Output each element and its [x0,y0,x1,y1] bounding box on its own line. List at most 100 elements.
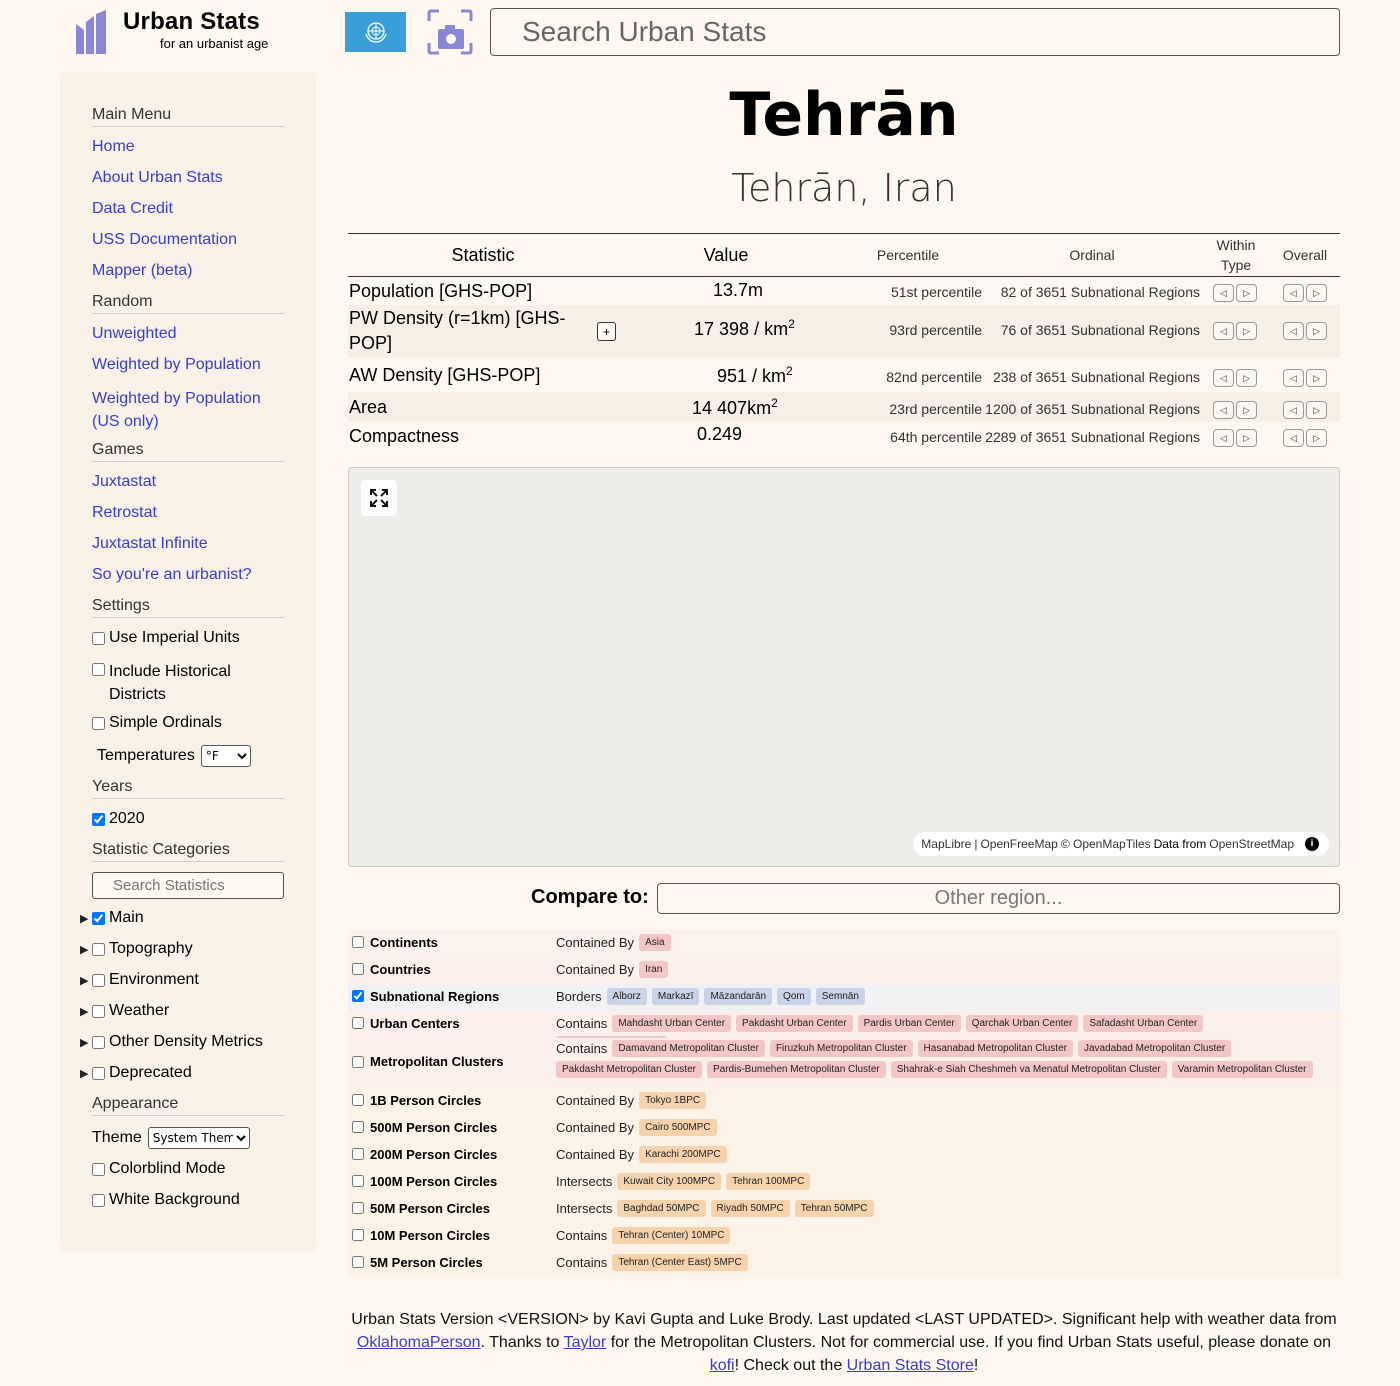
related-region-chip[interactable]: Damavand Metropolitan Cluster [612,1040,765,1057]
within-type-arrows[interactable]: ◁ ▷ [1213,369,1257,387]
category-environment-checkbox[interactable] [92,974,105,987]
related-region-chip[interactable]: Karachi 200MPC [639,1146,727,1163]
expand-deprecated-icon[interactable]: ▶ [80,1067,88,1080]
expand-topography-icon[interactable]: ▶ [80,943,88,956]
prev-arrow-icon[interactable]: ◁ [1283,284,1304,302]
next-arrow-icon[interactable]: ▷ [1236,284,1257,302]
related-region-chip[interactable]: Pakdasht Urban Center [736,1015,853,1032]
stat-row-area[interactable]: Area 14 407km2 23rd percentile 1200 of 3… [348,392,1340,422]
next-arrow-icon[interactable]: ▷ [1306,284,1327,302]
related-region-chip[interactable]: Pakdasht Metropolitan Cluster [556,1061,702,1078]
colorblind-mode-setting[interactable]: Colorblind Mode [92,1160,226,1178]
sidebar-link-uss-documentation[interactable]: USS Documentation [92,231,237,249]
sidebar-link-home[interactable]: Home [92,138,135,156]
overall-arrows[interactable]: ◁ ▷ [1283,284,1327,302]
stat-name[interactable]: Population [GHS-POP] [349,279,532,304]
related-region-chip[interactable]: Riyadh 50MPC [710,1200,790,1217]
related-type[interactable]: Metropolitan Clusters [352,1054,504,1069]
header-value[interactable]: Value [666,234,786,276]
un-flag-icon[interactable] [345,12,406,52]
overall-arrows[interactable]: ◁ ▷ [1283,322,1327,340]
related-type-checkbox[interactable] [352,936,364,948]
imperial-units-setting[interactable]: Use Imperial Units [92,629,240,647]
related-type-checkbox[interactable] [352,1256,364,1268]
related-region-chip[interactable]: Māzandarān [704,988,773,1005]
prev-arrow-icon[interactable]: ◁ [1283,369,1304,387]
year-2020-setting[interactable]: 2020 [92,810,145,828]
related-region-chip[interactable]: Asia [639,934,671,951]
related-region-chip[interactable]: Firuzkuh Metropolitan Cluster [769,1040,913,1057]
sidebar-link-juxtastat[interactable]: Juxtastat [92,473,156,491]
logo[interactable]: Urban Stats for an urbanist age [76,8,296,58]
category-other-density[interactable]: Other Density Metrics [92,1033,263,1051]
within-type-arrows[interactable]: ◁ ▷ [1213,401,1257,419]
related-region-chip[interactable]: Safadasht Urban Center [1083,1015,1204,1032]
category-main-checkbox[interactable] [92,912,105,925]
expand-other-density-icon[interactable]: ▶ [80,1036,88,1049]
imperial-units-checkbox[interactable] [92,632,105,645]
next-arrow-icon[interactable]: ▷ [1236,322,1257,340]
related-type-checkbox[interactable] [352,1175,364,1187]
related-type[interactable]: 200M Person Circles [352,1147,497,1162]
white-background-setting[interactable]: White Background [92,1191,240,1209]
white-background-checkbox[interactable] [92,1194,105,1207]
related-type-checkbox[interactable] [352,1229,364,1241]
related-region-chip[interactable]: Hasanabad Metropolitan Cluster [917,1040,1073,1057]
related-type-checkbox[interactable] [352,963,364,975]
related-type-checkbox[interactable] [352,1055,364,1068]
search-input[interactable] [490,8,1340,56]
next-arrow-icon[interactable]: ▷ [1306,401,1327,419]
expand-environment-icon[interactable]: ▶ [80,974,88,987]
related-type-checkbox[interactable] [352,990,364,1002]
stat-row-pw-density[interactable]: PW Density (r=1km) [GHS-POP] + 17 398 / … [348,305,1340,358]
category-other-density-checkbox[interactable] [92,1036,105,1049]
year-2020-checkbox[interactable] [92,813,105,826]
related-region-chip[interactable]: Pardis-Bumehen Metropolitan Cluster [706,1061,886,1078]
sidebar-link-juxtastat-infinite[interactable]: Juxtastat Infinite [92,535,208,553]
related-type[interactable]: Countries [352,962,431,977]
related-region-chip[interactable]: Tokyo 1BPC [639,1092,707,1109]
screenshot-camera-icon[interactable] [426,9,474,55]
historical-districts-setting[interactable]: Include Historical Districts [92,660,272,706]
within-type-arrows[interactable]: ◁ ▷ [1213,284,1257,302]
historical-districts-checkbox[interactable] [92,663,105,676]
related-type[interactable]: 100M Person Circles [352,1174,497,1189]
fullscreen-icon[interactable] [361,480,397,516]
related-region-chip[interactable]: Varamin Metropolitan Cluster [1171,1061,1313,1078]
related-region-chip[interactable]: Alborz [606,988,647,1005]
header-statistic[interactable]: Statistic [348,234,618,276]
sidebar-link-data-credit[interactable]: Data Credit [92,200,173,218]
stat-name[interactable]: AW Density [GHS-POP] [349,363,540,388]
related-type-checkbox[interactable] [352,1017,364,1029]
overall-arrows[interactable]: ◁ ▷ [1283,429,1327,447]
sidebar-link-retrostat[interactable]: Retrostat [92,504,157,522]
colorblind-mode-checkbox[interactable] [92,1163,105,1176]
overall-arrows[interactable]: ◁ ▷ [1283,401,1327,419]
related-type-checkbox[interactable] [352,1121,364,1133]
category-main[interactable]: Main [92,909,144,927]
next-arrow-icon[interactable]: ▷ [1306,369,1327,387]
related-region-chip[interactable]: Semnān [815,988,865,1005]
prev-arrow-icon[interactable]: ◁ [1213,284,1234,302]
openfreemap-link[interactable]: OpenFreeMap [980,837,1057,851]
next-arrow-icon[interactable]: ▷ [1236,429,1257,447]
category-environment[interactable]: Environment [92,971,199,989]
related-region-chip[interactable]: Kuwait City 100MPC [617,1173,722,1190]
next-arrow-icon[interactable]: ▷ [1306,429,1327,447]
category-weather-checkbox[interactable] [92,1005,105,1018]
stat-name[interactable]: Area [349,395,387,420]
related-type[interactable]: Continents [352,935,438,950]
simple-ordinals-checkbox[interactable] [92,717,105,730]
category-deprecated[interactable]: Deprecated [92,1064,192,1082]
prev-arrow-icon[interactable]: ◁ [1283,429,1304,447]
info-icon[interactable]: i [1305,837,1319,851]
related-type[interactable]: 500M Person Circles [352,1120,497,1135]
stat-row-aw-density[interactable]: AW Density [GHS-POP] 951 / km2 82nd perc… [348,358,1340,392]
category-topography-checkbox[interactable] [92,943,105,956]
sidebar-link-urbanist-quiz[interactable]: So you're an urbanist? [92,566,252,584]
related-region-chip[interactable]: Javadabad Metropolitan Cluster [1077,1040,1232,1057]
related-region-chip[interactable]: Baghdad 50MPC [617,1200,706,1217]
within-type-arrows[interactable]: ◁ ▷ [1213,429,1257,447]
related-region-chip[interactable]: Qom [777,988,811,1005]
footer-link-store[interactable]: Urban Stats Store [847,1357,974,1374]
